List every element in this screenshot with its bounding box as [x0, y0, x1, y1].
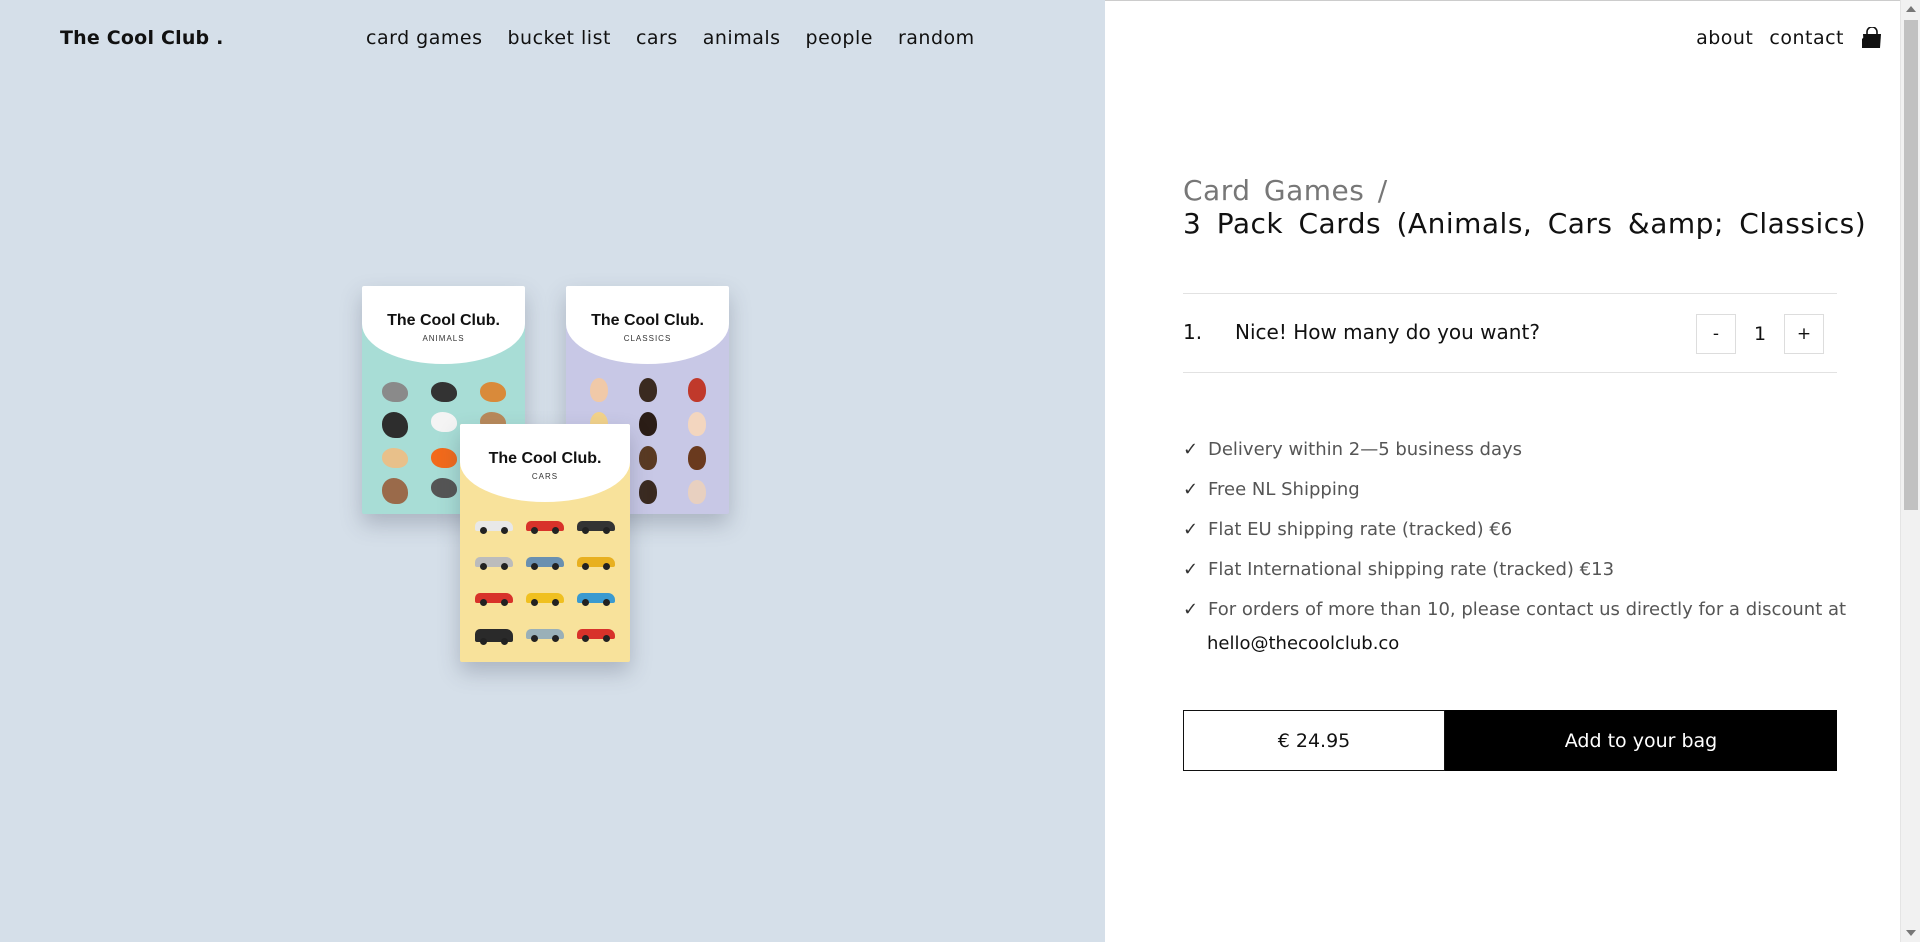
cars-illustrations	[460, 521, 630, 645]
site-logo[interactable]: The Cool Club .	[60, 27, 224, 49]
check-icon: ✓	[1183, 559, 1199, 580]
pack-title: The Cool Club.	[387, 312, 500, 329]
car-illustration	[525, 629, 564, 642]
pack-title: The Cool Club.	[488, 450, 602, 467]
car-illustration	[474, 521, 513, 534]
scroll-up-arrow-icon[interactable]	[1906, 6, 1916, 12]
hedgehog-illustration	[381, 382, 408, 402]
purchase-row: € 24.95 Add to your bag	[1183, 710, 1837, 771]
portrait-illustration	[638, 446, 657, 470]
pack-label: The Cool Club. CLASSICS	[566, 286, 729, 364]
page-scrollbar[interactable]	[1900, 0, 1920, 942]
portrait-illustration	[638, 412, 657, 436]
gorilla-illustration	[381, 412, 408, 438]
car-illustration	[474, 629, 513, 645]
monkey-illustration	[381, 448, 408, 468]
check-icon: ✓	[1183, 519, 1199, 540]
shopping-bag-icon[interactable]	[1860, 26, 1884, 49]
portrait-illustration	[638, 480, 657, 504]
car-illustration	[474, 593, 513, 606]
car-illustration	[525, 593, 564, 606]
quantity-stepper: - 1 +	[1696, 314, 1824, 354]
add-to-bag-button[interactable]: Add to your bag	[1445, 710, 1837, 771]
nav-item-cars[interactable]: cars	[636, 27, 678, 49]
breadcrumb[interactable]: Card Games /	[1183, 174, 1388, 207]
pack-label: The Cool Club. ANIMALS	[362, 286, 525, 364]
nav-item-contact[interactable]: contact	[1769, 27, 1844, 49]
nav-item-people[interactable]: people	[806, 27, 873, 49]
car-illustration	[525, 557, 564, 570]
feature-text: Flat EU shipping rate (tracked) €6	[1208, 519, 1513, 540]
feature-text: Flat International shipping rate (tracke…	[1208, 559, 1615, 580]
nav-item-bucket-list[interactable]: bucket list	[507, 27, 610, 49]
portrait-illustration	[638, 378, 657, 402]
car-illustration	[577, 629, 616, 642]
quantity-row: 1. Nice! How many do you want? - 1 +	[1183, 293, 1837, 373]
quantity-question: Nice! How many do you want?	[1235, 320, 1540, 344]
sloth-illustration	[381, 478, 408, 504]
car-illustration	[577, 521, 616, 534]
product-title: 3 Pack Cards (Animals, Cars &amp; Classi…	[1183, 207, 1867, 240]
clownfish-illustration	[430, 448, 457, 468]
portrait-illustration	[687, 446, 706, 470]
pack-subtitle: CLASSICS	[623, 334, 672, 343]
feature-text: Free NL Shipping	[1208, 479, 1360, 500]
main-nav: card games bucket list cars animals peop…	[366, 27, 975, 49]
scrollbar-thumb[interactable]	[1904, 20, 1918, 510]
list-item: ✓ Flat EU shipping rate (tracked) €6	[1183, 510, 1846, 550]
car-illustration	[577, 593, 616, 606]
price-display: € 24.95	[1183, 710, 1445, 771]
check-icon: ✓	[1183, 439, 1199, 460]
check-icon: ✓	[1183, 599, 1199, 620]
car-illustration	[525, 521, 564, 534]
nav-item-random[interactable]: random	[898, 27, 975, 49]
cars-card-pack: The Cool Club. CARS	[460, 424, 630, 662]
pack-subtitle: CARS	[531, 472, 559, 481]
contact-email-link[interactable]: hello@thecoolclub.co	[1207, 624, 1399, 664]
list-item: ✓ Free NL Shipping	[1183, 470, 1846, 510]
pack-title: The Cool Club.	[591, 312, 704, 329]
feature-text: Delivery within 2—5 business days	[1208, 439, 1523, 460]
nav-item-animals[interactable]: animals	[703, 27, 781, 49]
ostrich-illustration	[430, 478, 457, 498]
check-icon: ✓	[1183, 479, 1199, 500]
quantity-value: 1	[1753, 323, 1767, 345]
pack-label: The Cool Club. CARS	[460, 424, 630, 502]
penguin-illustration	[430, 382, 457, 402]
car-illustration	[577, 557, 616, 570]
nav-item-card-games[interactable]: card games	[366, 27, 482, 49]
pack-subtitle: ANIMALS	[422, 334, 465, 343]
secondary-nav: about contact	[1696, 26, 1884, 49]
list-item: ✓ Delivery within 2—5 business days	[1183, 430, 1846, 470]
list-item: ✓ Flat International shipping rate (track…	[1183, 550, 1846, 590]
tiger-illustration	[479, 382, 506, 402]
polar-bear-illustration	[430, 412, 457, 432]
nav-item-about[interactable]: about	[1696, 27, 1753, 49]
portrait-illustration	[687, 378, 706, 402]
scroll-down-arrow-icon[interactable]	[1906, 930, 1916, 936]
decrease-quantity-button[interactable]: -	[1696, 314, 1736, 354]
shipping-features-list: ✓ Delivery within 2—5 business days ✓ Free…	[1183, 430, 1846, 630]
portrait-illustration	[687, 412, 706, 436]
increase-quantity-button[interactable]: +	[1784, 314, 1824, 354]
car-illustration	[474, 557, 513, 570]
step-number: 1.	[1183, 320, 1203, 344]
portrait-illustration	[589, 378, 608, 402]
portrait-illustration	[687, 480, 706, 504]
